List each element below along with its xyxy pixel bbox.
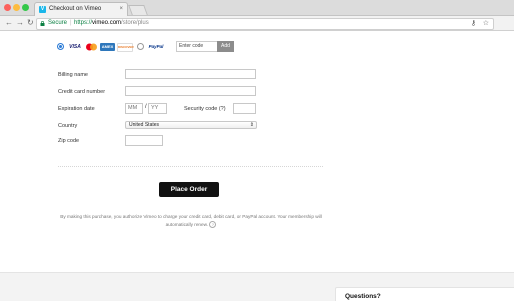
country-value: United States — [129, 122, 160, 128]
url-text: https://vimeo.com/store/plus — [74, 20, 149, 26]
select-arrows-icon: ⇕ — [249, 122, 254, 128]
amex-logo: AMEX — [100, 43, 115, 51]
card-payment-radio[interactable] — [57, 43, 64, 50]
mastercard-logo — [86, 43, 97, 51]
country-select[interactable]: United States ⇕ — [125, 121, 257, 129]
expiry-separator: / — [145, 104, 147, 110]
address-separator: | — [70, 20, 72, 26]
questions-panel: Questions? — [335, 287, 514, 301]
browser-tab-bar: V Checkout on Vimeo × — [0, 0, 514, 16]
expiration-label: Expiration date — [58, 106, 95, 112]
back-arrow-icon[interactable]: ← — [5, 18, 13, 28]
questions-title: Questions? — [345, 293, 381, 300]
zip-code-input[interactable] — [125, 135, 163, 146]
maximize-window-button[interactable] — [22, 4, 29, 11]
url-host: vimeo.com — [92, 20, 122, 26]
zip-code-label: Zip code — [58, 138, 80, 144]
forward-arrow-icon[interactable]: → — [16, 18, 24, 28]
url-path: /store/plus — [121, 20, 149, 26]
billing-name-label: Billing name — [58, 72, 88, 78]
promo-add-button[interactable]: Add — [217, 41, 234, 52]
paypal-payment-radio[interactable] — [137, 43, 144, 50]
tab-close-icon[interactable]: × — [119, 6, 123, 12]
expiry-month-input[interactable]: MM — [125, 103, 143, 114]
country-label: Country — [58, 123, 78, 129]
help-icon[interactable]: ? — [209, 221, 217, 229]
promo-code-input[interactable]: Enter code — [176, 41, 221, 52]
security-code-label: Security code (?) — [184, 106, 226, 112]
secure-label: Secure — [48, 20, 68, 26]
discover-logo: DISCOVER — [117, 43, 134, 52]
close-window-button[interactable] — [4, 4, 11, 11]
lock-icon — [40, 21, 45, 26]
billing-name-input[interactable] — [125, 69, 256, 79]
form-divider — [58, 166, 323, 167]
browser-tab[interactable]: V Checkout on Vimeo × — [34, 2, 128, 16]
bookmark-star-icon[interactable]: ☆ — [483, 19, 489, 27]
key-icon[interactable]: ⚷ — [471, 19, 476, 27]
reload-icon[interactable]: ↻ — [27, 18, 34, 28]
expiry-year-input[interactable]: YY — [148, 103, 167, 114]
card-number-label: Credit card number — [58, 89, 106, 95]
disclaimer-text: By making this purchase, you authorize V… — [60, 214, 322, 227]
paypal-logo: PayPal — [148, 44, 164, 49]
address-bar[interactable]: Secure | https://vimeo.com/store/plus ⚷ … — [36, 18, 494, 30]
minimize-window-button[interactable] — [13, 4, 20, 11]
vimeo-favicon-icon: V — [39, 6, 46, 13]
card-number-input[interactable] — [125, 86, 256, 96]
security-code-input[interactable] — [233, 103, 256, 114]
purchase-disclaimer: By making this purchase, you authorize V… — [60, 213, 322, 229]
tab-title: Checkout on Vimeo — [49, 6, 102, 12]
browser-toolbar: ← → ↻ Secure | https://vimeo.com/store/p… — [0, 16, 514, 31]
visa-logo: VISA — [69, 44, 81, 50]
place-order-button[interactable]: Place Order — [159, 182, 219, 197]
url-scheme: https:// — [74, 20, 93, 26]
new-tab-button[interactable] — [128, 5, 148, 15]
